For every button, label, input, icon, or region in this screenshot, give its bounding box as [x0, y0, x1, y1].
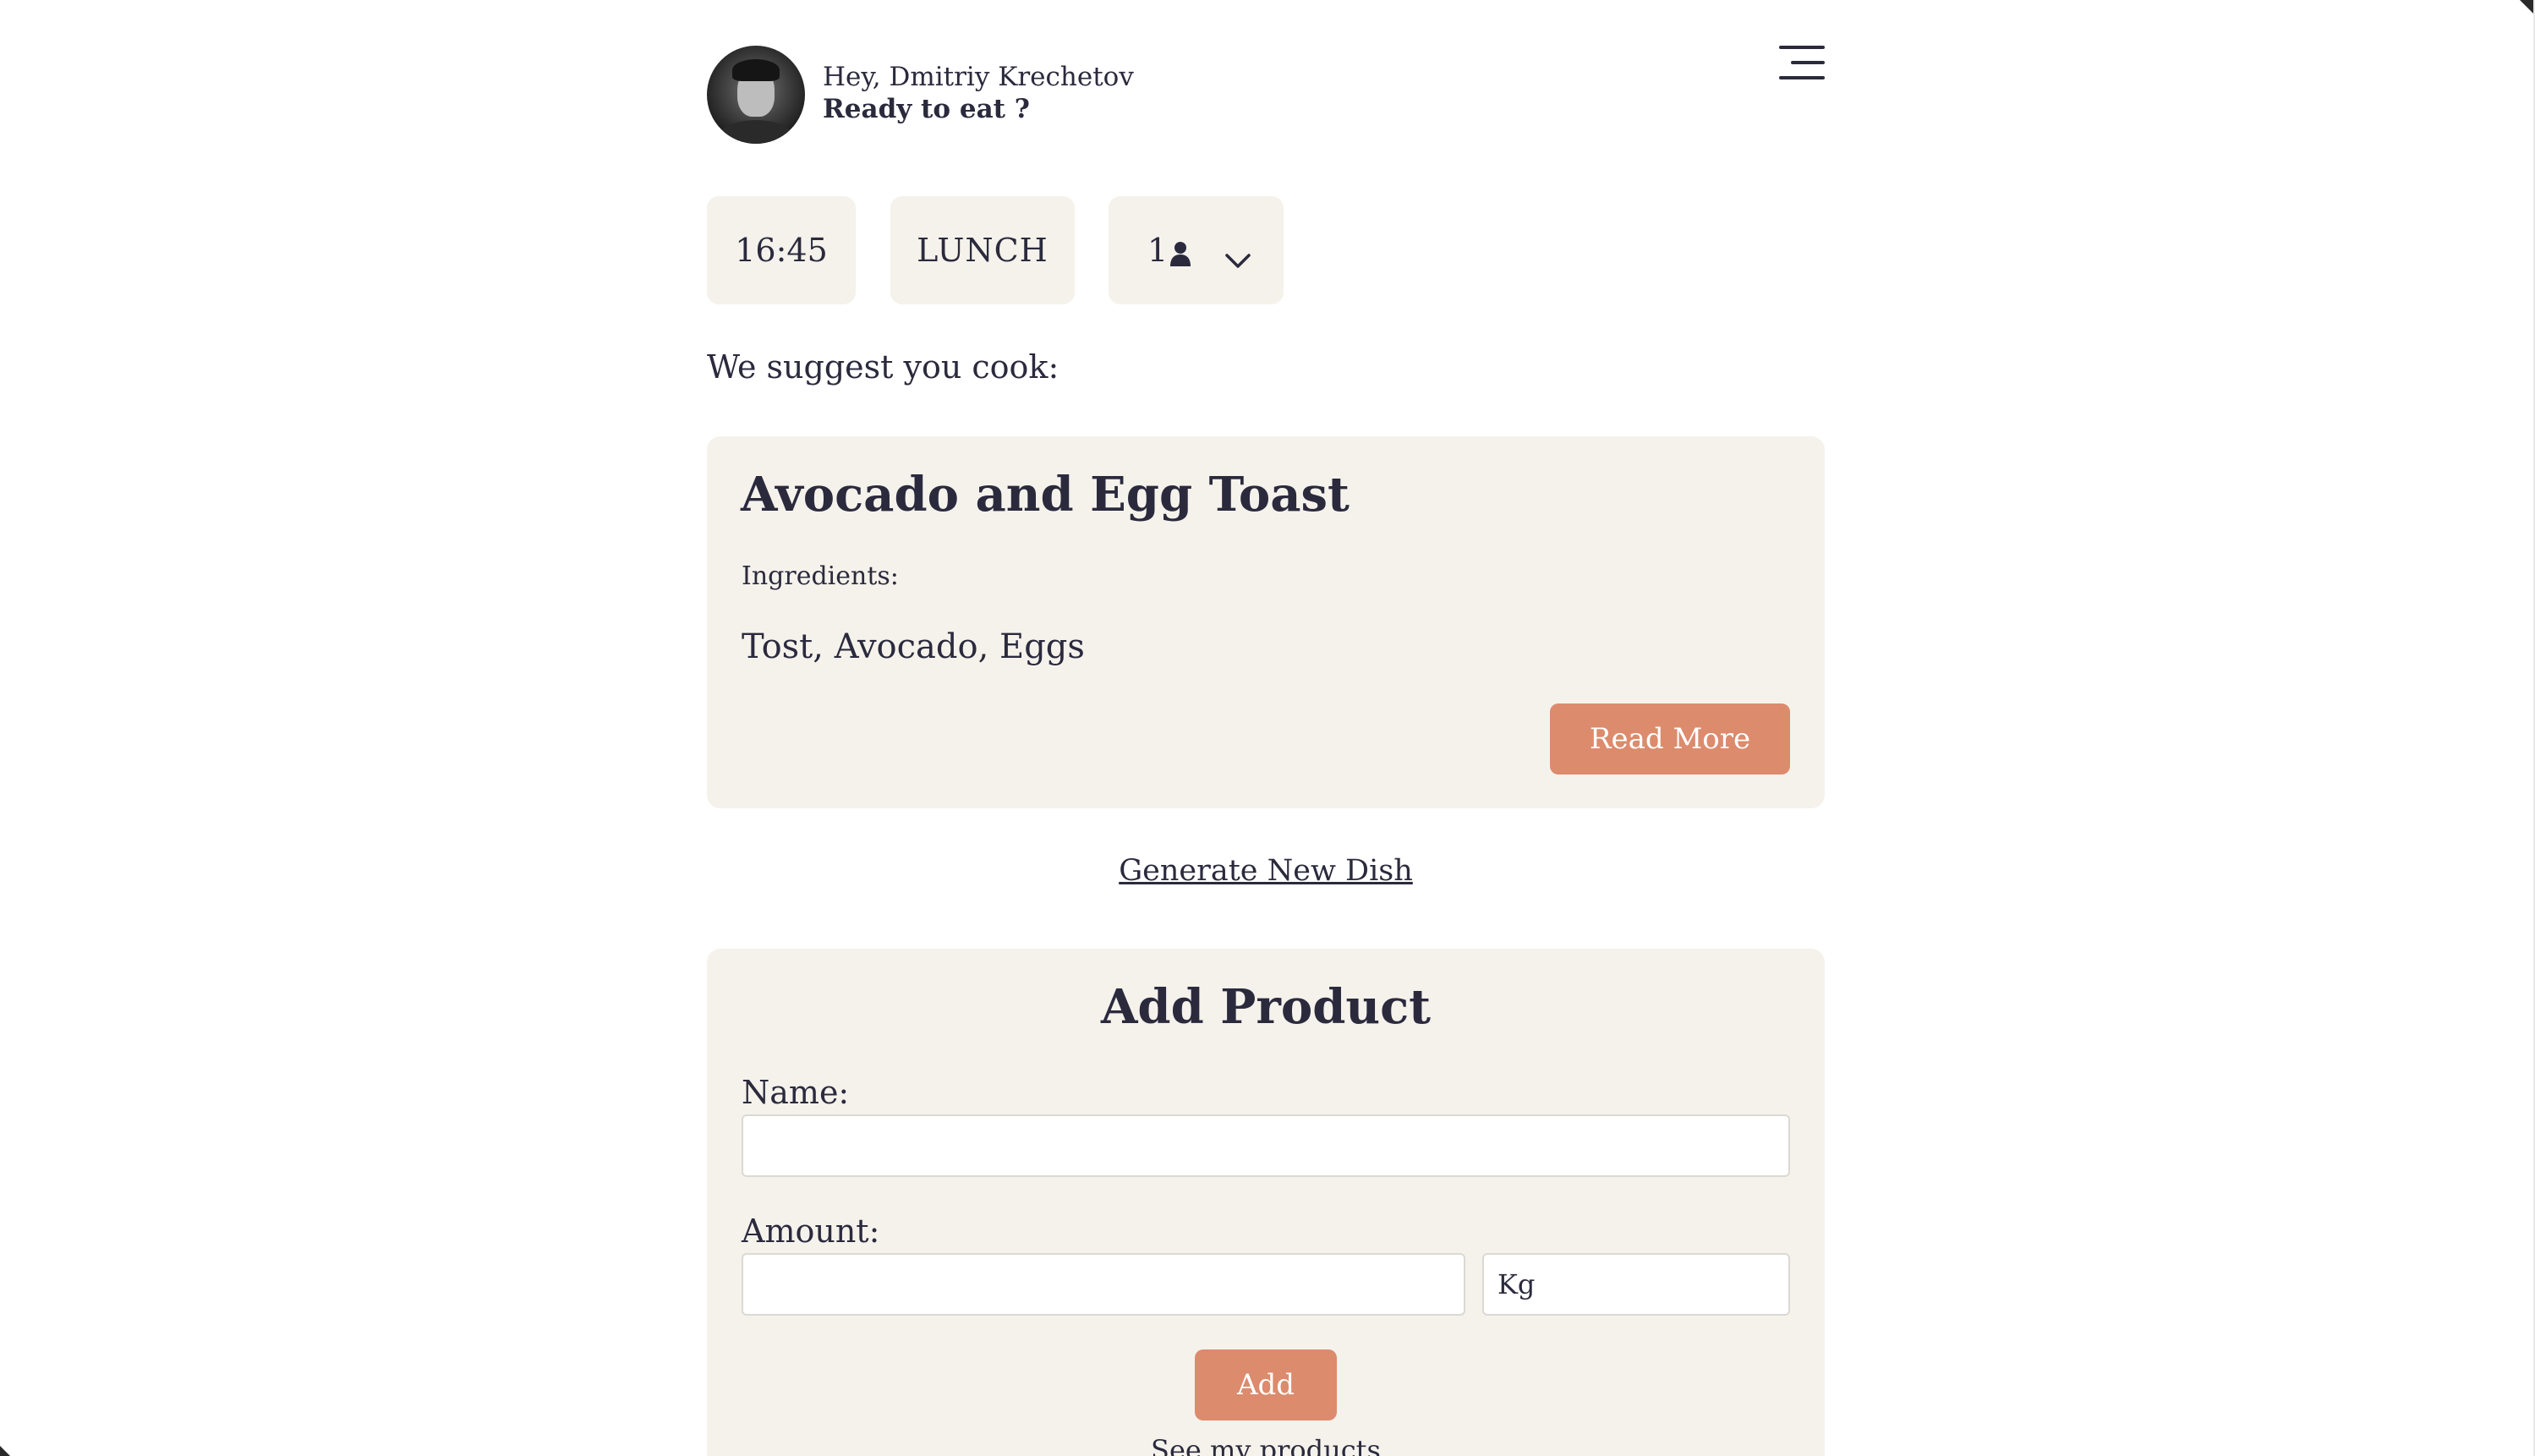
amount-label: Amount: [742, 1212, 880, 1250]
generate-new-dish-link[interactable]: Generate New Dish [707, 854, 1825, 888]
dish-card: Avocado and Egg Toast Ingredients: Tost,… [707, 436, 1825, 808]
add-product-card: Add Product Name: Amount: Kg Add See my … [707, 949, 1825, 1456]
ingredients-label: Ingredients: [742, 561, 899, 591]
avatar-shoulders [719, 120, 793, 144]
people-count: 1 [1147, 232, 1169, 269]
window-corner [0, 1446, 10, 1456]
add-button[interactable]: Add [1195, 1349, 1337, 1420]
read-more-button[interactable]: Read More [1550, 703, 1790, 775]
name-label: Name: [742, 1074, 850, 1111]
person-icon [1169, 237, 1191, 274]
people-select[interactable]: 1 [1109, 196, 1284, 304]
suggest-label: We suggest you cook: [707, 348, 1059, 386]
menu-icon[interactable] [1779, 46, 1825, 79]
greeting-prompt: Ready to eat ? [823, 94, 1030, 124]
chevron-down-icon [1225, 240, 1251, 277]
app-page: Hey, Dmitriy Krechetov Ready to eat ? 16… [0, 0, 2535, 1456]
unit-value: Kg [1497, 1268, 1536, 1300]
greeting-name: Hey, Dmitriy Krechetov [823, 62, 1134, 92]
meal-value: LUNCH [917, 232, 1048, 269]
header: Hey, Dmitriy Krechetov Ready to eat ? [707, 46, 1825, 147]
amount-input[interactable] [742, 1253, 1465, 1316]
meal-chip[interactable]: LUNCH [890, 196, 1075, 304]
see-my-products-link[interactable]: See my products [707, 1434, 1825, 1456]
dish-title: Avocado and Egg Toast [741, 467, 1350, 523]
add-product-title: Add Product [1100, 979, 1432, 1035]
time-value: 16:45 [735, 232, 828, 269]
generate-new-dish-label: Generate New Dish [1119, 854, 1413, 888]
unit-select[interactable]: Kg [1482, 1253, 1790, 1316]
see-my-products-label: See my products [1151, 1434, 1381, 1456]
time-chip[interactable]: 16:45 [707, 196, 856, 304]
avatar[interactable] [707, 46, 805, 144]
name-input[interactable] [742, 1114, 1790, 1177]
ingredients-list: Tost, Avocado, Eggs [742, 627, 1085, 666]
avatar-hair [732, 59, 780, 81]
greeting: Hey, Dmitriy Krechetov Ready to eat ? [823, 61, 1134, 125]
